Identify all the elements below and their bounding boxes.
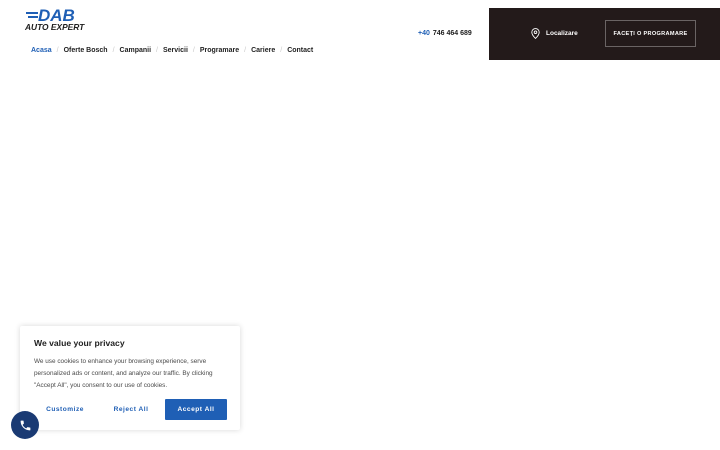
site-logo[interactable]: DAB AUTO EXPERT: [24, 4, 106, 32]
call-button[interactable]: [11, 411, 39, 439]
location-label: Localizare: [546, 30, 578, 37]
phone-icon: [20, 420, 30, 430]
reject-all-button[interactable]: Reject All: [100, 399, 162, 420]
logo-tagline: AUTO EXPERT: [24, 22, 85, 32]
accept-all-button[interactable]: Accept All: [165, 399, 227, 420]
cookie-description: We use cookies to enhance your browsing …: [34, 358, 213, 389]
nav-item-programare[interactable]: Programare: [200, 47, 239, 54]
nav-item-oferte-bosch[interactable]: Oferte Bosch: [64, 47, 108, 54]
phone-prefix: +40: [418, 30, 430, 37]
main-nav: Acasa / Oferte Bosch / Campanii / Servic…: [31, 44, 313, 56]
location-link[interactable]: Localizare: [531, 28, 578, 39]
nav-item-servicii[interactable]: Servicii: [163, 47, 188, 54]
nav-separator: /: [280, 46, 283, 54]
nav-item-campanii[interactable]: Campanii: [120, 47, 152, 54]
nav-item-cariere[interactable]: Cariere: [251, 47, 275, 54]
nav-item-contact[interactable]: Contact: [287, 47, 313, 54]
nav-separator: /: [192, 46, 195, 54]
map-pin-icon: [531, 28, 540, 39]
nav-separator: /: [112, 46, 115, 54]
nav-separator: /: [244, 46, 247, 54]
phone-number: 746 464 689: [432, 30, 472, 37]
nav-item-acasa[interactable]: Acasa: [31, 47, 52, 54]
make-appointment-button[interactable]: FACEȚI O PROGRAMARE: [605, 20, 696, 47]
customize-button[interactable]: Customize: [34, 399, 96, 420]
header-action-panel: Localizare FACEȚI O PROGRAMARE: [489, 8, 720, 60]
cookie-title: We value your privacy: [34, 338, 125, 348]
phone-link[interactable]: +40 746 464 689: [418, 30, 472, 37]
logo-graphic: DAB AUTO EXPERT: [24, 6, 85, 32]
cookie-consent-banner: We value your privacy We use cookies to …: [20, 326, 240, 430]
nav-separator: /: [156, 46, 158, 54]
nav-separator: /: [56, 46, 59, 54]
